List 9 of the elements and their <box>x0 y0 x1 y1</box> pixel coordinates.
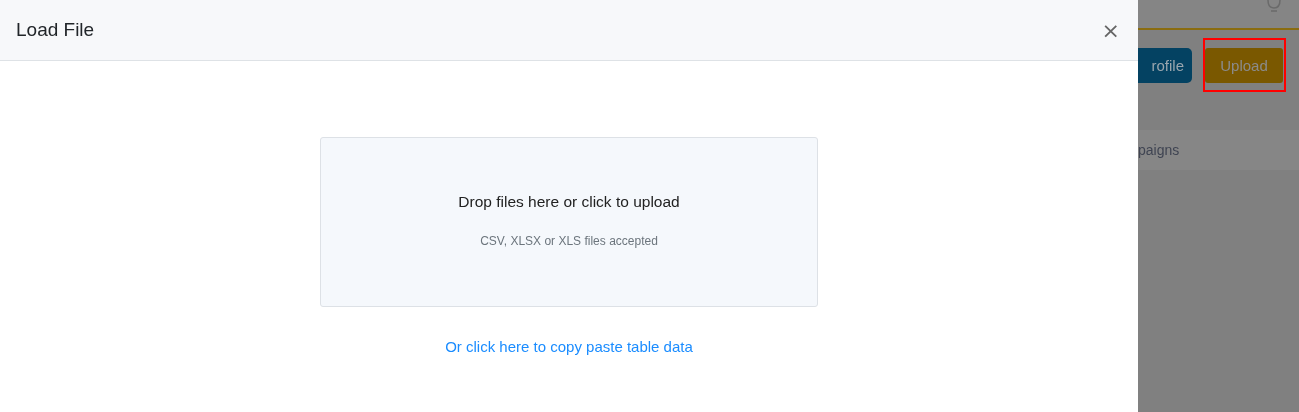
dropzone-hint: CSV, XLSX or XLS files accepted <box>480 234 658 248</box>
profile-button[interactable]: rofile <box>1138 47 1192 83</box>
bell-icon[interactable] <box>1266 0 1282 12</box>
paste-link[interactable]: Or click here to copy paste table data <box>445 338 693 355</box>
dropzone-message: Drop files here or click to upload <box>458 193 680 211</box>
modal-title: Load File <box>16 19 95 41</box>
dropzone[interactable]: Drop files here or click to upload CSV, XLSX or XLS files accepted <box>320 137 818 307</box>
close-button[interactable]: × <box>1099 17 1122 43</box>
list-item[interactable]: paigns <box>1138 142 1180 158</box>
